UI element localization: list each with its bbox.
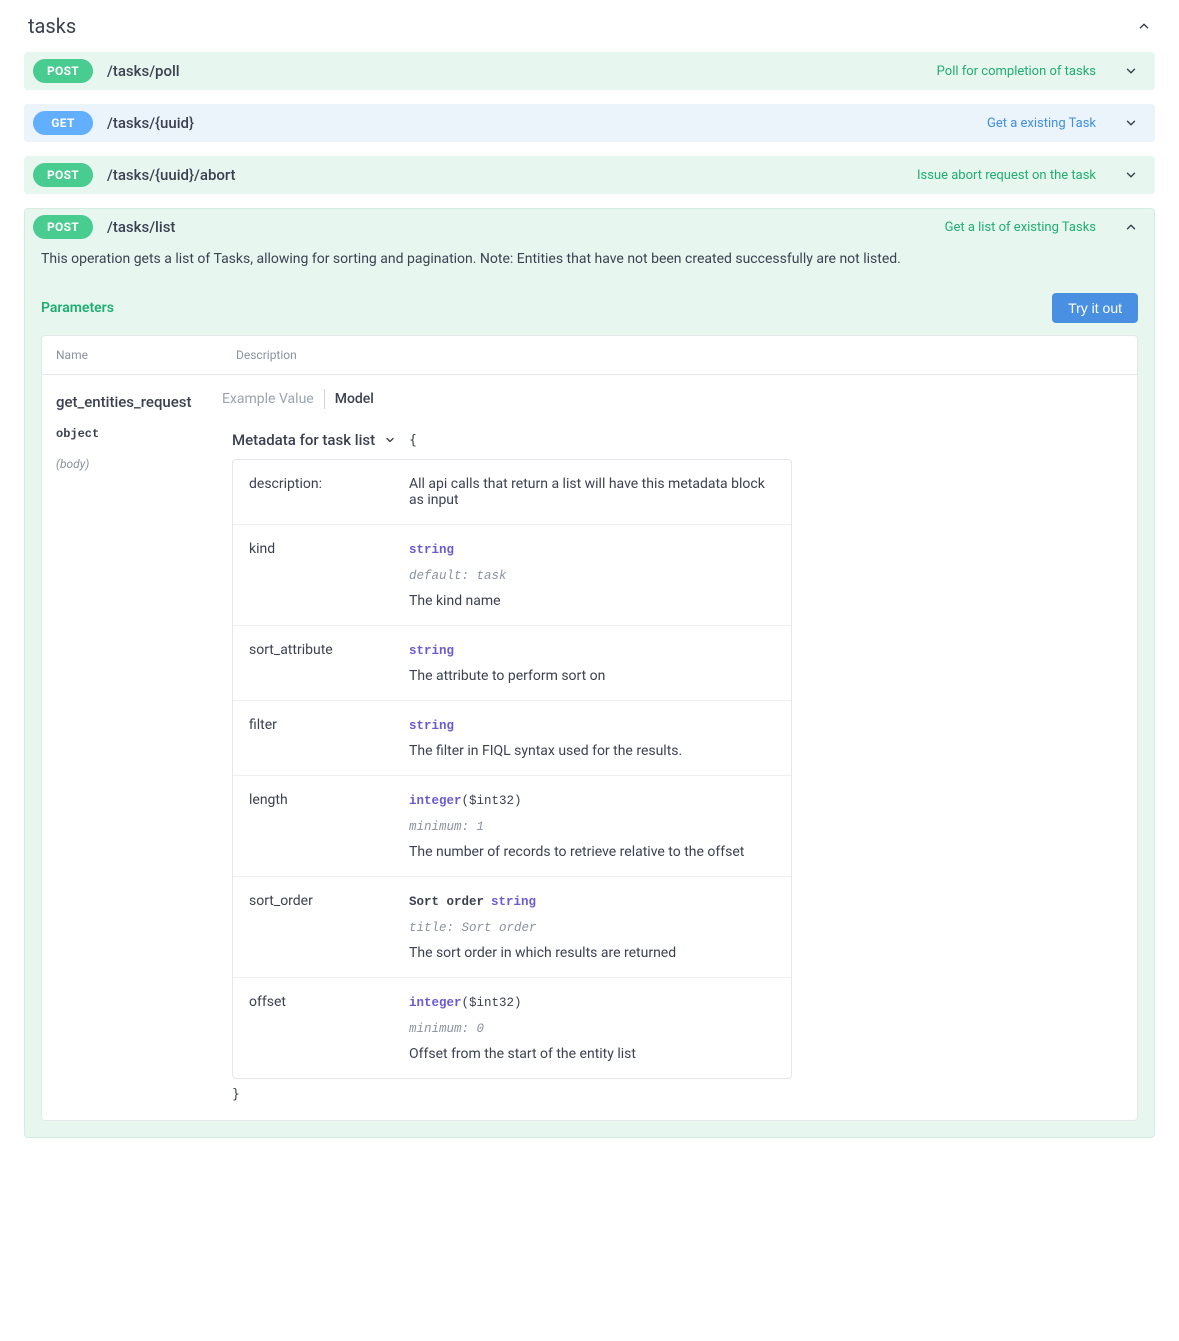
operation-row: GET /tasks/{uuid} Get a existing Task (24, 104, 1155, 142)
model-prop-sort-attribute: sort_attribute string The attribute to p… (233, 626, 791, 701)
prop-desc: Offset from the start of the entity list (409, 1046, 636, 1062)
operation-summary[interactable]: POST /tasks/list Get a list of existing … (25, 209, 1154, 245)
section-header[interactable]: tasks (24, 0, 1155, 52)
operation-desc: Issue abort request on the task (917, 168, 1096, 183)
prop-hint: default: task (409, 569, 507, 583)
method-badge: GET (33, 111, 93, 135)
open-brace: { (409, 433, 417, 448)
prop-hint: minimum: 0 (409, 1022, 484, 1036)
chevron-up-icon (1137, 19, 1151, 33)
prop-type: string (409, 719, 454, 733)
model-prop-description: description: All api calls that return a… (233, 460, 791, 525)
model-prop-offset: offset integer($int32) minimum: 0 Offset… (233, 978, 791, 1078)
chevron-down-icon (383, 433, 397, 447)
parameter-type: object (56, 427, 208, 441)
prop-value: integer($int32) minimum: 1 The number of… (409, 792, 775, 860)
operation-row-expanded: POST /tasks/list Get a list of existing … (24, 208, 1155, 1138)
tab-model[interactable]: Model (324, 389, 384, 409)
prop-type: integer (409, 996, 462, 1010)
method-badge: POST (33, 215, 93, 239)
prop-name: sort_order (249, 893, 409, 961)
prop-name: description: (249, 476, 409, 508)
prop-name: filter (249, 717, 409, 759)
prop-value: All api calls that return a list will ha… (409, 476, 775, 508)
operation-intro: This operation gets a list of Tasks, all… (41, 245, 1138, 285)
operation-path: /tasks/list (107, 218, 175, 236)
prop-desc: The kind name (409, 593, 501, 609)
prop-value: string The filter in FIQL syntax used fo… (409, 717, 775, 759)
operation-path: /tasks/{uuid} (107, 114, 194, 132)
prop-name: offset (249, 994, 409, 1062)
prop-type: string (491, 895, 536, 909)
section-title: tasks (28, 14, 76, 38)
prop-name: sort_attribute (249, 642, 409, 684)
operation-desc: Get a existing Task (987, 116, 1096, 131)
prop-value: string default: task The kind name (409, 541, 775, 609)
operation-desc: Get a list of existing Tasks (945, 220, 1096, 235)
method-badge: POST (33, 59, 93, 83)
parameter-in: (body) (56, 457, 208, 471)
prop-type: string (409, 543, 454, 557)
column-header-name: Name (42, 336, 222, 374)
prop-hint: minimum: 1 (409, 820, 484, 834)
model-title: Metadata for task list (232, 431, 375, 449)
prop-name: length (249, 792, 409, 860)
tab-example-value[interactable]: Example Value (222, 389, 324, 409)
prop-format: ($int32) (462, 996, 522, 1010)
parameter-body: Example Value Model Metadata for task li… (222, 375, 1137, 1120)
prop-name: kind (249, 541, 409, 609)
method-badge: POST (33, 163, 93, 187)
operation-row: POST /tasks/poll Poll for completion of … (24, 52, 1155, 90)
parameter-meta: get_entities_request object (body) (42, 375, 222, 1120)
model-prop-length: length integer($int32) minimum: 1 The nu… (233, 776, 791, 877)
chevron-down-icon (1124, 168, 1138, 182)
prop-value: Sort order string title: Sort order The … (409, 893, 775, 961)
parameters-bar: Parameters Try it out (41, 285, 1138, 335)
prop-desc: The filter in FIQL syntax used for the r… (409, 743, 682, 759)
model-prop-sort-order: sort_order Sort order string title: Sort… (233, 877, 791, 978)
close-brace: } (222, 1079, 1123, 1102)
model-prop-kind: kind string default: task The kind name (233, 525, 791, 626)
parameter-row: get_entities_request object (body) Examp… (42, 375, 1137, 1120)
prop-type: string (409, 644, 454, 658)
operation-summary[interactable]: POST /tasks/poll Poll for completion of … (25, 53, 1154, 89)
prop-title: Sort order (409, 895, 484, 909)
try-it-out-button[interactable]: Try it out (1052, 293, 1138, 323)
prop-hint: title: Sort order (409, 921, 537, 935)
prop-desc: The number of records to retrieve relati… (409, 844, 744, 860)
column-header-description: Description (222, 336, 311, 374)
prop-desc: The attribute to perform sort on (409, 668, 605, 684)
chevron-down-icon (1124, 64, 1138, 78)
operation-path: /tasks/{uuid}/abort (107, 166, 236, 184)
operation-path: /tasks/poll (107, 62, 180, 80)
chevron-down-icon (1124, 116, 1138, 130)
parameter-name: get_entities_request (56, 393, 208, 411)
operation-desc: Poll for completion of tasks (937, 64, 1096, 79)
operation-body: This operation gets a list of Tasks, all… (25, 245, 1154, 1137)
model-prop-filter: filter string The filter in FIQL syntax … (233, 701, 791, 776)
prop-type: integer (409, 794, 462, 808)
prop-desc: The sort order in which results are retu… (409, 945, 676, 961)
prop-value: string The attribute to perform sort on (409, 642, 775, 684)
operation-summary[interactable]: POST /tasks/{uuid}/abort Issue abort req… (25, 157, 1154, 193)
parameters-table: Name Description get_entities_request ob… (41, 335, 1138, 1121)
parameters-label: Parameters (41, 300, 114, 316)
body-tabs: Example Value Model (222, 389, 1123, 409)
model-title-row[interactable]: Metadata for task list { (222, 431, 1123, 449)
parameters-table-head: Name Description (42, 336, 1137, 375)
operation-summary[interactable]: GET /tasks/{uuid} Get a existing Task (25, 105, 1154, 141)
model-box: description: All api calls that return a… (232, 459, 792, 1079)
prop-value: integer($int32) minimum: 0 Offset from t… (409, 994, 775, 1062)
prop-format: ($int32) (462, 794, 522, 808)
operation-row: POST /tasks/{uuid}/abort Issue abort req… (24, 156, 1155, 194)
chevron-up-icon (1124, 220, 1138, 234)
